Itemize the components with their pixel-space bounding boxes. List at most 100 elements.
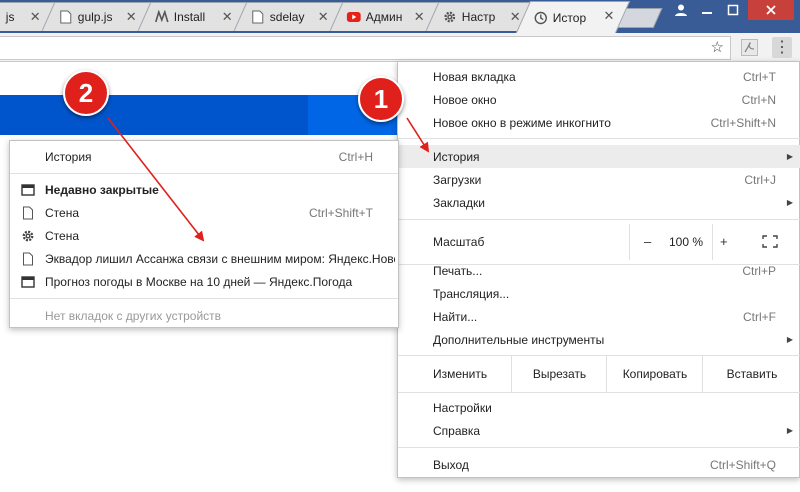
submenu-item-label: Стена bbox=[45, 228, 80, 243]
menu-item-print[interactable]: Печать... Ctrl+P bbox=[398, 259, 800, 282]
menu-item-new-window[interactable]: Новое окно Ctrl+N bbox=[398, 88, 800, 111]
zoom-out-button[interactable]: – bbox=[644, 234, 651, 249]
submenu-no-tabs: Нет вкладок с других устройств bbox=[10, 304, 398, 327]
menu-item-shortcut: Ctrl+Shift+N bbox=[710, 115, 776, 130]
site-logo-icon bbox=[155, 10, 169, 23]
tab-5[interactable]: Админ ✕ bbox=[329, 2, 441, 31]
tab-strip: js ✕ gulp.js ✕ Install ✕ sdelay ✕ Админ … bbox=[0, 0, 800, 33]
paste-button[interactable]: Вставить bbox=[702, 356, 800, 392]
zoom-row: Масштаб – 100 % + bbox=[398, 224, 800, 260]
copy-button[interactable]: Копировать bbox=[606, 356, 703, 392]
submenu-item-news[interactable]: Эквадор лишил Ассанжа связи с внешним ми… bbox=[10, 247, 398, 270]
menu-separator bbox=[10, 298, 398, 299]
tab-title: sdelay bbox=[269, 10, 305, 24]
menu-item-exit[interactable]: Выход Ctrl+Shift+Q bbox=[398, 453, 800, 476]
menu-item-help[interactable]: Справка ▶ bbox=[398, 419, 800, 442]
submenu-item-wall-2[interactable]: Стена bbox=[10, 224, 398, 247]
menu-item-shortcut: Ctrl+P bbox=[742, 263, 776, 278]
menu-item-cast[interactable]: Трансляция... bbox=[398, 282, 800, 305]
close-icon[interactable]: ✕ bbox=[318, 9, 329, 25]
page-icon bbox=[23, 252, 33, 266]
menu-separator bbox=[10, 173, 398, 174]
submenu-item-label: Нет вкладок с других устройств bbox=[45, 308, 222, 323]
youtube-icon bbox=[346, 12, 361, 22]
menu-item-shortcut: Ctrl+T bbox=[743, 69, 776, 84]
close-icon[interactable]: ✕ bbox=[126, 9, 137, 25]
step-badge-two: 2 bbox=[63, 70, 109, 116]
page-icon bbox=[60, 10, 72, 24]
zoom-in-button[interactable]: + bbox=[720, 234, 728, 249]
profile-icon[interactable] bbox=[668, 0, 694, 20]
minimize-button[interactable] bbox=[694, 0, 720, 20]
menu-item-label: Загрузки bbox=[433, 172, 482, 187]
tab-4[interactable]: sdelay ✕ bbox=[233, 2, 345, 31]
fullscreen-icon[interactable] bbox=[762, 235, 778, 248]
submenu-item-weather[interactable]: Прогноз погоды в Москве на 10 дней — Янд… bbox=[10, 270, 398, 293]
menu-item-shortcut: Ctrl+F bbox=[743, 309, 776, 324]
menu-item-label: Закладки bbox=[433, 195, 485, 210]
menu-kebab-icon[interactable]: ⋮ bbox=[772, 37, 792, 58]
edit-row: Изменить Вырезать Копировать Вставить bbox=[398, 356, 800, 392]
window-icon bbox=[21, 184, 35, 196]
submenu-item-label: Эквадор лишил Ассанжа связи с внешним ми… bbox=[45, 251, 395, 266]
zoom-controls: – 100 % bbox=[629, 224, 713, 260]
menu-separator bbox=[398, 392, 800, 393]
menu-item-history[interactable]: История ▶ bbox=[398, 145, 800, 168]
submenu-item-wall-1[interactable]: Стена Ctrl+Shift+T bbox=[10, 201, 398, 224]
close-icon[interactable]: ✕ bbox=[414, 9, 425, 25]
menu-item-find[interactable]: Найти... Ctrl+F bbox=[398, 305, 800, 328]
gear-icon bbox=[22, 230, 34, 242]
menu-separator bbox=[398, 447, 800, 448]
gear-icon bbox=[444, 11, 456, 23]
step-badge-one: 1 bbox=[358, 76, 404, 122]
tab-2[interactable]: gulp.js ✕ bbox=[41, 2, 153, 31]
menu-item-label: Настройки bbox=[433, 400, 492, 415]
close-icon[interactable]: ✕ bbox=[30, 9, 41, 25]
menu-item-settings[interactable]: Настройки bbox=[398, 396, 800, 419]
menu-item-label: Справка bbox=[433, 423, 481, 438]
submenu-arrow-icon: ▶ bbox=[786, 198, 793, 207]
menu-item-label: Новая вкладка bbox=[433, 69, 516, 84]
tab-3[interactable]: Install ✕ bbox=[137, 2, 249, 31]
menu-item-label: Найти... bbox=[433, 309, 478, 324]
tab-title: gulp.js bbox=[77, 10, 113, 24]
menu-item-shortcut: Ctrl+N bbox=[741, 92, 776, 107]
menu-item-shortcut: Ctrl+Shift+Q bbox=[709, 457, 776, 472]
close-icon[interactable]: ✕ bbox=[604, 8, 615, 24]
menu-separator bbox=[398, 138, 800, 139]
menu-item-incognito[interactable]: Новое окно в режиме инкогнито Ctrl+Shift… bbox=[398, 111, 800, 134]
menu-item-shortcut: Ctrl+J bbox=[744, 172, 776, 187]
close-window-button[interactable] bbox=[748, 0, 794, 20]
menu-item-label: Новое окно bbox=[433, 92, 497, 107]
tab-title: js bbox=[5, 10, 15, 24]
menu-separator bbox=[398, 219, 800, 220]
address-bar[interactable]: ☆ bbox=[0, 36, 731, 60]
submenu-item-label: Прогноз погоды в Москве на 10 дней — Янд… bbox=[45, 274, 353, 289]
tab-7-active[interactable]: Истор ✕ bbox=[515, 1, 631, 33]
tab-title: Истор bbox=[552, 10, 587, 25]
tab-title: Настр bbox=[461, 10, 496, 24]
submenu-item-history[interactable]: История Ctrl+H bbox=[10, 145, 398, 168]
page-banner bbox=[0, 95, 308, 135]
history-submenu: История Ctrl+H Недавно закрытые Стена Ct… bbox=[9, 140, 399, 328]
bookmark-star-icon[interactable]: ☆ bbox=[711, 38, 724, 56]
menu-item-more-tools[interactable]: Дополнительные инструменты ▶ bbox=[398, 328, 800, 351]
menu-item-label: Печать... bbox=[433, 263, 483, 278]
page-icon bbox=[252, 10, 264, 24]
submenu-item-shortcut: Ctrl+H bbox=[338, 149, 373, 164]
history-clock-icon bbox=[534, 11, 547, 24]
submenu-item-shortcut: Ctrl+Shift+T bbox=[308, 205, 373, 220]
menu-item-bookmarks[interactable]: Закладки ▶ bbox=[398, 191, 800, 214]
menu-item-downloads[interactable]: Загрузки Ctrl+J bbox=[398, 168, 800, 191]
edit-label: Изменить bbox=[433, 367, 488, 381]
browser-main-menu: Новая вкладка Ctrl+T Новое окно Ctrl+N Н… bbox=[397, 61, 800, 478]
menu-item-label: Трансляция... bbox=[433, 286, 510, 301]
submenu-arrow-icon: ▶ bbox=[786, 335, 793, 344]
menu-item-new-tab[interactable]: Новая вкладка Ctrl+T bbox=[398, 65, 800, 88]
pdf-extension-icon[interactable] bbox=[741, 39, 758, 56]
cut-button[interactable]: Вырезать bbox=[511, 356, 607, 392]
close-icon[interactable]: ✕ bbox=[222, 9, 233, 25]
submenu-item-label: История bbox=[45, 149, 92, 164]
browser-toolbar: ☆ ⋮ bbox=[0, 33, 800, 62]
maximize-button[interactable] bbox=[720, 0, 746, 20]
